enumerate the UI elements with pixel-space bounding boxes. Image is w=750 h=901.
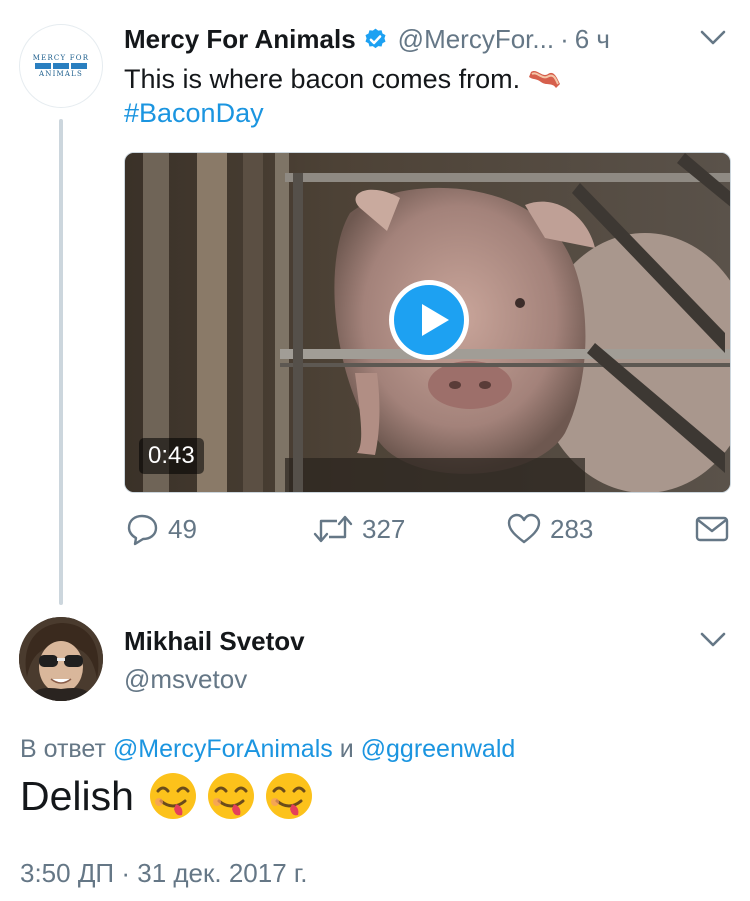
avatar-logo-text-top: MERCY FOR bbox=[32, 54, 90, 62]
like-icon bbox=[507, 513, 541, 544]
avatar-photo bbox=[19, 617, 103, 701]
video-duration: 0:43 bbox=[139, 438, 204, 474]
retweet-count: 327 bbox=[362, 513, 406, 544]
tweet-time[interactable]: 6 ч bbox=[575, 24, 610, 55]
like-button[interactable]: 283 bbox=[506, 512, 593, 546]
tweet-header: Mercy For Animals @MercyFor... · 6 ч bbox=[124, 22, 610, 56]
reply-text: Delish bbox=[20, 773, 134, 819]
reply-icon bbox=[127, 514, 158, 546]
reply-conjunction: и bbox=[339, 735, 354, 763]
reply-body: Delish bbox=[20, 770, 314, 822]
reply-author-handle[interactable]: @msvetov bbox=[124, 664, 247, 695]
hashtag-link[interactable]: #BaconDay bbox=[124, 98, 264, 128]
tweet-actions: 49 327 283 bbox=[124, 512, 734, 552]
video-player[interactable]: 0:43 bbox=[124, 152, 731, 493]
reply-prefix: В ответ bbox=[20, 735, 106, 763]
verified-badge-icon bbox=[365, 28, 386, 48]
reply-timestamp[interactable]: 3:50 ДП · 31 дек. 2017 г. bbox=[20, 858, 307, 889]
bacon-emoji-icon bbox=[528, 71, 560, 88]
mercy-for-animals-avatar[interactable]: MERCY FOR ANIMALS bbox=[19, 24, 103, 108]
direct-message-button[interactable] bbox=[694, 512, 730, 546]
avatar-logo-waves bbox=[35, 63, 87, 69]
retweet-icon bbox=[313, 515, 353, 543]
yum-emoji-icon bbox=[265, 773, 312, 819]
reply-button[interactable]: 49 bbox=[124, 512, 197, 546]
author-name[interactable]: Mercy For Animals bbox=[124, 24, 356, 55]
dm-icon bbox=[695, 516, 729, 542]
reply-count: 49 bbox=[168, 513, 197, 544]
chevron-down-icon[interactable] bbox=[700, 632, 726, 648]
like-count: 283 bbox=[550, 513, 594, 544]
separator-dot: · bbox=[560, 23, 569, 54]
mention-link-2[interactable]: @ggreenwald bbox=[361, 735, 516, 763]
yum-emoji-icon bbox=[207, 773, 254, 819]
chevron-down-icon[interactable] bbox=[700, 30, 726, 46]
avatar-logo-text-bottom: ANIMALS bbox=[38, 70, 83, 78]
author-handle[interactable]: @MercyFor... bbox=[398, 24, 554, 55]
tweet-body: This is where bacon comes from. bbox=[124, 64, 521, 94]
mikhail-svetov-avatar[interactable] bbox=[19, 617, 103, 701]
reply-author-name[interactable]: Mikhail Svetov bbox=[124, 626, 305, 657]
play-icon[interactable] bbox=[389, 280, 469, 360]
yum-emoji-icon bbox=[149, 773, 196, 819]
mention-link-1[interactable]: @MercyForAnimals bbox=[113, 735, 333, 763]
tweet-text: This is where bacon comes from. #BaconDa… bbox=[124, 62, 562, 130]
thread-line bbox=[59, 119, 63, 605]
reply-context: В ответ @MercyForAnimals и @ggreenwald bbox=[20, 735, 515, 764]
retweet-button[interactable]: 327 bbox=[312, 512, 405, 546]
